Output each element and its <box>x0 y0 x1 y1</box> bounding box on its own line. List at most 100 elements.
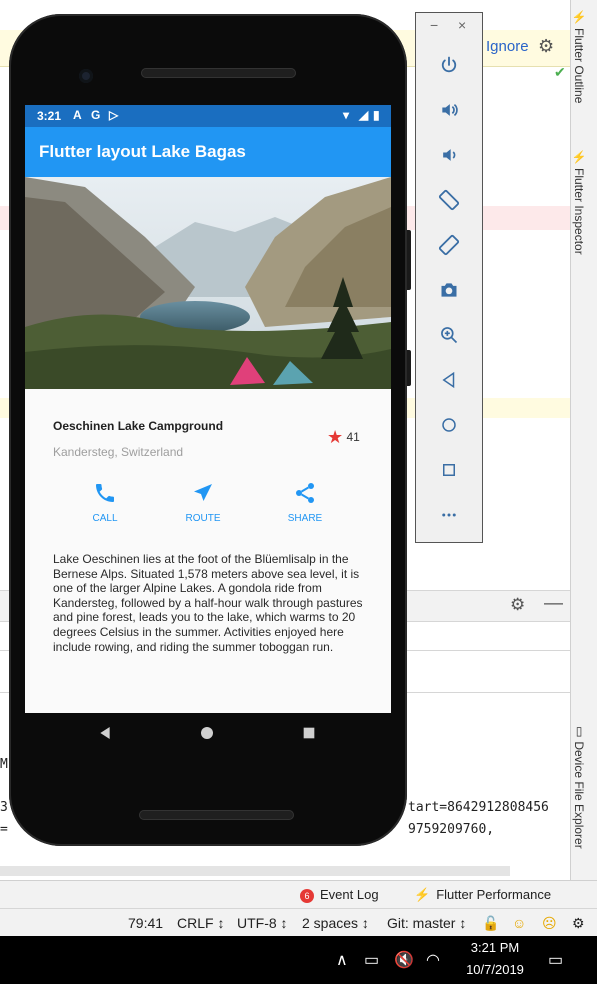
star-icon[interactable]: ★ <box>327 427 343 447</box>
clock-time[interactable]: 3:21 PM <box>464 940 526 955</box>
place-location: Kandersteg, Switzerland <box>53 445 184 459</box>
wifi-signal-icon: ▾ <box>343 108 350 122</box>
overview-button[interactable] <box>416 450 482 490</box>
indent-setting[interactable]: 2 spaces ↕ <box>302 915 369 931</box>
file-encoding[interactable]: UTF-8 ↕ <box>237 915 288 931</box>
line-separator[interactable]: CRLF ↕ <box>177 915 224 931</box>
home-circle-icon <box>442 418 456 432</box>
rotate-left-button[interactable] <box>416 180 482 220</box>
battery-icon[interactable]: ▭ <box>364 950 379 970</box>
ignore-link[interactable]: Ignore <box>486 38 529 55</box>
cell-signal-icon: ◢ <box>359 108 369 122</box>
description-text: Lake Oeschinen lies at the foot of the B… <box>53 552 363 654</box>
minimize-button[interactable]: − <box>430 17 438 33</box>
phone-screen: 3:21 A G ▷ ▾ ◢ ▮ Flutter layout Lake Bag… <box>25 105 391 713</box>
volume-down-button[interactable] <box>416 135 482 175</box>
battery-icon: ▮ <box>373 108 380 122</box>
check-icon: ✔ <box>554 64 566 80</box>
clock-date[interactable]: 10/7/2019 <box>458 962 532 977</box>
gear-icon[interactable]: ⚙ <box>538 36 554 57</box>
zoom-in-icon <box>441 327 458 344</box>
status-time: 3:21 <box>37 109 62 123</box>
sad-face-icon[interactable]: ☹ <box>542 915 557 932</box>
window-controls: − × <box>416 13 482 43</box>
ide-status-bar: 79:41 CRLF ↕ UTF-8 ↕ 2 spaces ↕ Git: mas… <box>0 908 597 937</box>
button-section: CALL ROUTE SHARE <box>25 481 391 525</box>
android-status-bar: 3:21 A G ▷ ▾ ◢ ▮ <box>25 105 391 127</box>
share-icon <box>296 483 314 503</box>
gear-icon[interactable]: ⚙ <box>510 595 525 615</box>
rotate-left-icon <box>438 189 460 211</box>
volume-up-icon <box>442 103 458 117</box>
app-title: Flutter layout Lake Bagas <box>39 142 246 161</box>
place-name: Oeschinen Lake Campground <box>53 419 224 433</box>
camera-icon <box>441 283 457 297</box>
bottom-speaker <box>139 810 294 820</box>
flutter-icon: ⚡ <box>572 10 586 25</box>
favorite-widget[interactable]: ★ 41 <box>327 427 360 448</box>
happy-face-icon[interactable]: ☺ <box>512 915 526 931</box>
zoom-button[interactable] <box>416 315 482 355</box>
console-line: M <box>0 757 8 772</box>
rotate-right-icon <box>438 234 460 256</box>
tab-flutter-outline[interactable]: ⚡ Flutter Outline <box>572 10 586 103</box>
event-count-badge: 6 <box>300 889 314 903</box>
flutter-performance-button[interactable]: ⚡ Flutter Performance <box>414 887 551 903</box>
share-button[interactable]: SHARE <box>265 481 345 524</box>
device-icon: ▯ <box>572 724 586 738</box>
rotate-right-button[interactable] <box>416 225 482 265</box>
console-line: 3 <box>0 800 8 815</box>
front-camera-icon <box>79 69 93 83</box>
navigation-arrow-icon <box>194 484 212 501</box>
git-branch[interactable]: Git: master ↕ <box>387 915 466 931</box>
home-button[interactable] <box>416 405 482 445</box>
speaker-muted-icon[interactable]: 🔇 <box>394 950 414 970</box>
minimize-icon[interactable]: — <box>544 593 563 615</box>
horizontal-scrollbar[interactable] <box>0 866 510 876</box>
robot-icon[interactable]: ⚙ <box>572 915 585 932</box>
wifi-icon[interactable]: ◠ <box>426 950 440 970</box>
call-button[interactable]: CALL <box>65 481 145 524</box>
close-button[interactable]: × <box>458 17 466 33</box>
route-label: ROUTE <box>185 513 221 524</box>
call-label: CALL <box>92 513 118 524</box>
nav-overview-icon[interactable] <box>301 725 317 741</box>
chevron-up-icon[interactable]: ∧ <box>336 950 348 970</box>
overview-square-icon <box>443 463 455 476</box>
emulator-control-panel: − × <box>415 12 483 543</box>
volume-up-button[interactable] <box>416 90 482 130</box>
back-button[interactable] <box>416 360 482 400</box>
flutter-icon: ⚡ <box>414 887 431 902</box>
screenshot-button[interactable] <box>416 270 482 310</box>
flutter-icon: ⚡ <box>572 150 586 165</box>
console-line: 9759209760, <box>408 822 495 837</box>
app-bar: Flutter layout Lake Bagas <box>25 127 391 177</box>
event-log-button[interactable]: 6 Event Log <box>300 887 379 903</box>
favorite-count: 41 <box>346 430 360 444</box>
tab-flutter-inspector[interactable]: ⚡ Flutter Inspector <box>572 150 586 255</box>
caret-position[interactable]: 79:41 <box>128 915 163 931</box>
phone-icon <box>96 484 114 502</box>
more-dots-icon <box>442 513 456 517</box>
console-line: = <box>0 822 8 837</box>
back-triangle-icon <box>442 371 455 389</box>
notification-icon[interactable]: ▭ <box>548 950 563 970</box>
top-speaker <box>141 68 296 78</box>
nav-back-icon[interactable] <box>97 725 113 741</box>
bottom-tool-bar: 6 Event Log ⚡ Flutter Performance <box>0 880 597 909</box>
tab-device-file-explorer[interactable]: ▯ Device File Explorer <box>572 724 586 849</box>
volume-down-icon <box>443 149 456 161</box>
notification-a-icon: A <box>73 108 82 122</box>
power-icon <box>441 56 457 73</box>
more-button[interactable] <box>416 495 482 535</box>
play-store-icon: ▷ <box>109 108 119 122</box>
windows-taskbar: ∧ ▭ 🔇 ◠ 3:21 PM 10/7/2019 ▭ <box>0 936 597 984</box>
android-nav-bar <box>25 713 391 753</box>
share-label: SHARE <box>287 513 323 524</box>
lake-hero-image <box>25 177 391 389</box>
nav-home-icon[interactable] <box>199 725 215 741</box>
lock-icon[interactable]: 🔓 <box>482 915 499 932</box>
power-button[interactable] <box>416 45 482 85</box>
route-button[interactable]: ROUTE <box>163 481 243 524</box>
google-icon: G <box>91 108 101 122</box>
